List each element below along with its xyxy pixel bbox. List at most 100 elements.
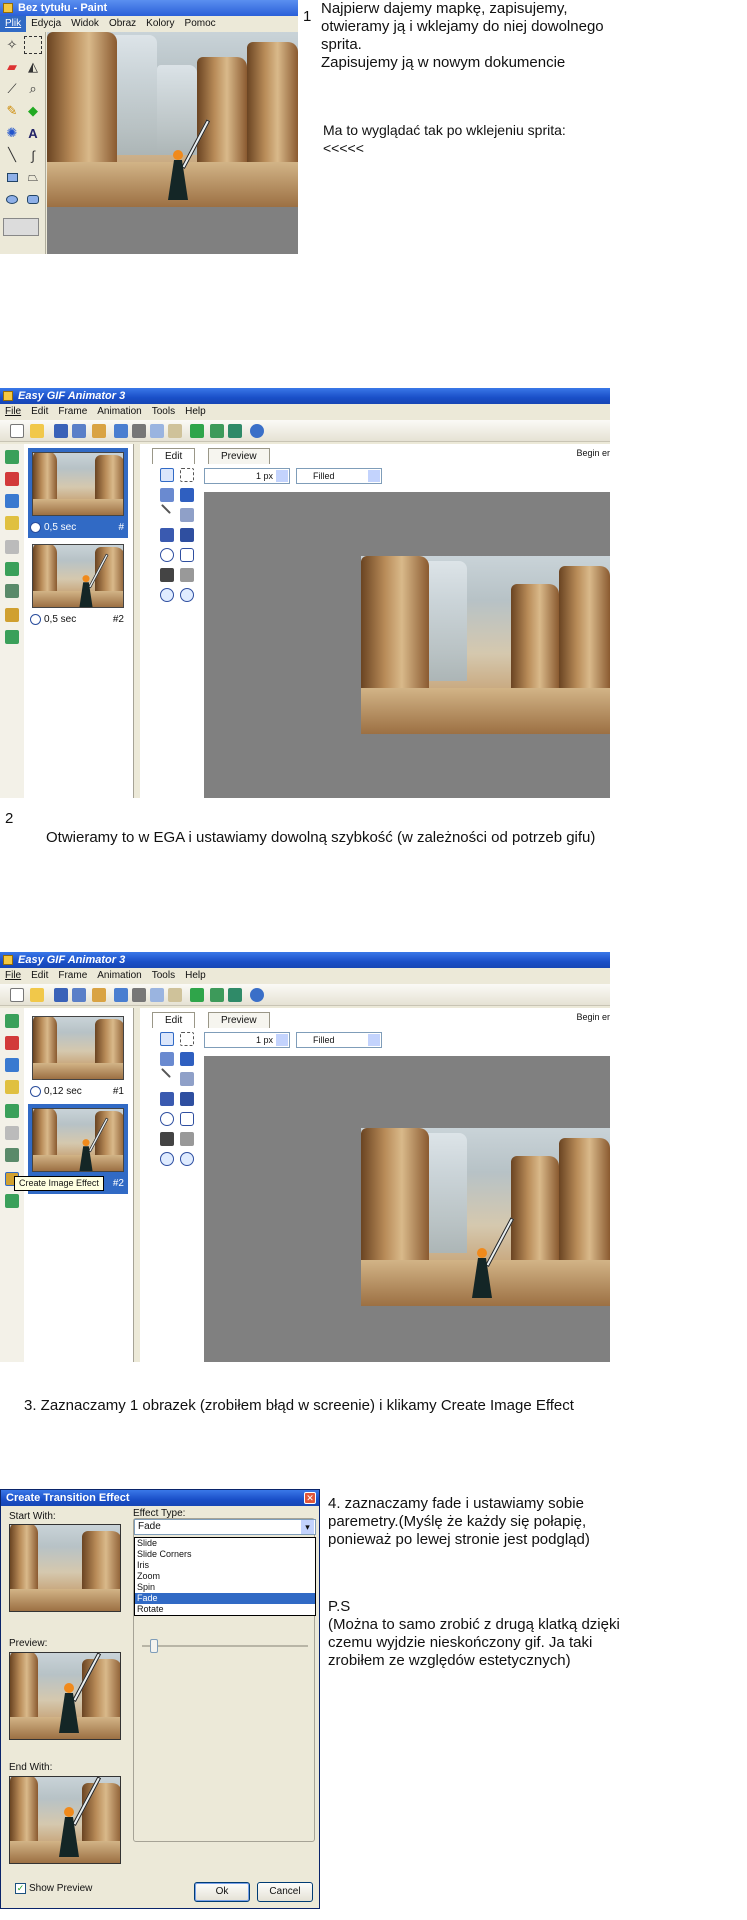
save-all-icon[interactable] xyxy=(72,988,86,1002)
paint-menu-colors[interactable]: Kolory xyxy=(141,16,179,32)
line-width-select[interactable]: 1 px xyxy=(204,1032,290,1048)
insert-frame-icon[interactable] xyxy=(5,1080,19,1094)
effect-option-selected[interactable]: Fade xyxy=(135,1593,315,1604)
export-icon[interactable] xyxy=(228,988,242,1002)
ega-menu-edit[interactable]: Edit xyxy=(26,404,53,420)
move-up-icon[interactable] xyxy=(5,540,19,554)
move-up-icon[interactable] xyxy=(5,1104,19,1118)
eraser-icon[interactable] xyxy=(180,568,194,582)
paste-icon[interactable] xyxy=(168,988,182,1002)
free-select-icon[interactable]: ✧ xyxy=(3,36,21,54)
pen-icon[interactable] xyxy=(180,508,194,522)
frame-item[interactable]: 0,5 sec #2 xyxy=(28,540,128,630)
tab-preview[interactable]: Preview xyxy=(208,1012,270,1028)
paint-menu-edit[interactable]: Edycja xyxy=(26,16,66,32)
new-icon[interactable] xyxy=(10,424,24,438)
effect-option[interactable]: Spin xyxy=(135,1582,315,1593)
select-icon[interactable] xyxy=(180,1032,194,1046)
paste-icon[interactable] xyxy=(168,424,182,438)
cut-icon[interactable] xyxy=(132,988,146,1002)
eraser-icon[interactable]: ▰ xyxy=(3,58,21,76)
fill-icon[interactable] xyxy=(160,488,174,502)
save-icon[interactable] xyxy=(54,424,68,438)
fill-mode-select[interactable]: Filled xyxy=(296,468,382,484)
image-icon[interactable] xyxy=(5,584,19,598)
line-icon[interactable]: ╲ xyxy=(3,146,21,164)
copy-icon[interactable] xyxy=(150,988,164,1002)
open-icon[interactable] xyxy=(30,424,44,438)
tab-preview[interactable]: Preview xyxy=(208,448,270,464)
ega-menu-frame[interactable]: Frame xyxy=(53,968,92,984)
text-icon[interactable]: A xyxy=(24,124,42,142)
ega-menu-edit[interactable]: Edit xyxy=(26,968,53,984)
wizard-icon[interactable] xyxy=(92,424,106,438)
copy-icon[interactable] xyxy=(150,424,164,438)
frame-item[interactable]: 0,5 sec # xyxy=(28,448,128,538)
frame-item[interactable]: 0,12 sec #1 xyxy=(28,1012,128,1102)
fill-icon[interactable] xyxy=(160,1052,174,1066)
ega-menu-tools[interactable]: Tools xyxy=(147,968,180,984)
text-tool-icon[interactable] xyxy=(180,1092,194,1106)
undo-icon[interactable] xyxy=(114,424,128,438)
image-icon[interactable] xyxy=(5,1148,19,1162)
show-preview-checkbox[interactable]: ✓ xyxy=(15,1883,26,1894)
fill-icon[interactable]: ◭ xyxy=(24,58,42,76)
rectangle-icon[interactable] xyxy=(180,1052,194,1066)
zoom-out-icon[interactable] xyxy=(180,588,194,602)
zoom-in-icon[interactable] xyxy=(160,588,174,602)
curve-icon[interactable]: ∫ xyxy=(24,146,42,164)
duplicate-frame-icon[interactable] xyxy=(5,494,19,508)
effect-option[interactable]: Iris xyxy=(135,1560,315,1571)
pointer-icon[interactable] xyxy=(160,468,174,482)
text-frame-icon[interactable] xyxy=(5,1194,19,1208)
rounded-rect-icon[interactable] xyxy=(24,190,42,208)
round-rect-icon[interactable] xyxy=(180,1112,194,1126)
open-icon[interactable] xyxy=(30,988,44,1002)
ega-menu-help[interactable]: Help xyxy=(180,968,211,984)
save-all-icon[interactable] xyxy=(72,424,86,438)
cut-icon[interactable] xyxy=(132,424,146,438)
slider-thumb[interactable] xyxy=(150,1639,158,1653)
add-frame-icon[interactable] xyxy=(5,1014,19,1028)
cancel-button[interactable]: Cancel xyxy=(257,1882,313,1902)
picker-icon[interactable] xyxy=(160,568,174,582)
add-frame-icon[interactable] xyxy=(5,450,19,464)
square-icon[interactable] xyxy=(160,528,174,542)
export-icon[interactable] xyxy=(228,424,242,438)
delete-frame-icon[interactable] xyxy=(5,472,19,486)
tab-edit[interactable]: Edit xyxy=(152,1012,196,1028)
delete-frame-icon[interactable] xyxy=(5,1036,19,1050)
line-width-select[interactable]: 1 px xyxy=(204,468,290,484)
picker-icon[interactable] xyxy=(160,1132,174,1146)
text-tool-icon[interactable] xyxy=(180,528,194,542)
ega-menu-file[interactable]: File xyxy=(0,968,26,984)
save-icon[interactable] xyxy=(54,988,68,1002)
new-icon[interactable] xyxy=(10,988,24,1002)
fill-mode-select[interactable]: Filled xyxy=(296,1032,382,1048)
preview-icon[interactable] xyxy=(210,424,224,438)
rectangle-icon[interactable] xyxy=(180,488,194,502)
zoom-in-icon[interactable] xyxy=(160,1152,174,1166)
play-icon[interactable] xyxy=(190,988,204,1002)
polygon-icon[interactable]: ⏢ xyxy=(24,168,42,186)
wizard-icon[interactable] xyxy=(92,988,106,1002)
paint-menu-view[interactable]: Widok xyxy=(66,16,104,32)
square-icon[interactable] xyxy=(160,1092,174,1106)
paint-menu-file[interactable]: Plik xyxy=(0,16,27,32)
ega-menu-frame[interactable]: Frame xyxy=(53,404,92,420)
tab-edit[interactable]: Edit xyxy=(152,448,196,464)
ok-button[interactable]: Ok xyxy=(194,1882,250,1902)
brush-icon[interactable]: ◆ xyxy=(24,102,42,120)
canvas-area[interactable] xyxy=(204,492,610,798)
ega-menu-file[interactable]: File xyxy=(0,404,26,420)
magnifier-icon[interactable]: ⌕ xyxy=(24,80,42,98)
pointer-icon[interactable] xyxy=(160,1032,174,1046)
paint-menu-image[interactable]: Obraz xyxy=(104,16,141,32)
slider-track[interactable] xyxy=(142,1645,308,1647)
pencil-icon[interactable]: ✎ xyxy=(3,102,21,120)
undo-icon[interactable] xyxy=(114,988,128,1002)
ega-menu-tools[interactable]: Tools xyxy=(147,404,180,420)
effect-option[interactable]: Rotate xyxy=(135,1604,315,1615)
round-rect-icon[interactable] xyxy=(180,548,194,562)
tool-options-icon[interactable] xyxy=(3,218,39,236)
